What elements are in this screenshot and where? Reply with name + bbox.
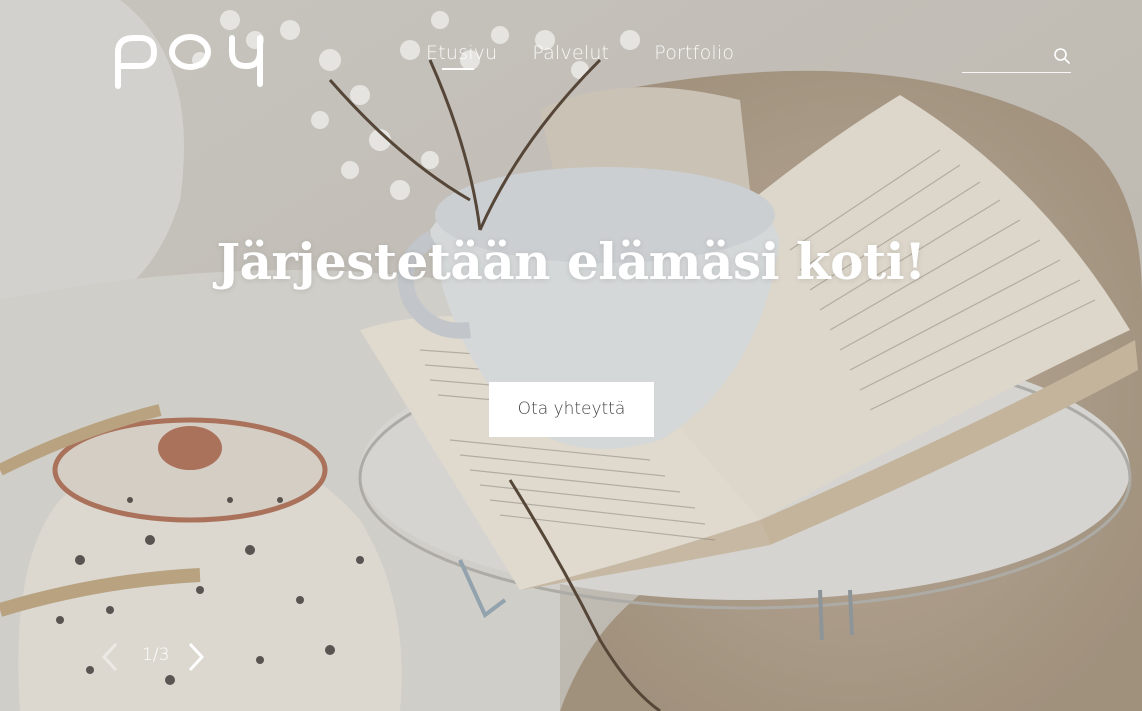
nav-item-etusivu[interactable]: Etusivu	[426, 42, 497, 70]
nav-item-palvelut[interactable]: Palvelut	[532, 42, 609, 64]
search-icon[interactable]	[1053, 47, 1071, 65]
search-box	[962, 40, 1071, 73]
slide-current: 1	[142, 645, 153, 665]
brand-logo[interactable]	[112, 30, 272, 92]
contact-button[interactable]: Ota yhteyttä	[489, 382, 654, 437]
slide-total: 3	[158, 645, 170, 665]
hero-overlay	[0, 0, 1142, 711]
brand-logo-mark	[115, 34, 263, 89]
search-input[interactable]	[962, 42, 1048, 70]
main-nav: Etusivu Palvelut Portfolio	[426, 42, 734, 70]
chevron-left-icon[interactable]	[100, 641, 120, 673]
hero-headline: Järjestetään elämäsi koti!	[216, 232, 926, 291]
hero-background-image	[0, 0, 1142, 711]
slide-counter: 1/3	[142, 645, 169, 665]
chevron-right-icon[interactable]	[186, 641, 206, 673]
nav-item-portfolio[interactable]: Portfolio	[654, 42, 734, 64]
